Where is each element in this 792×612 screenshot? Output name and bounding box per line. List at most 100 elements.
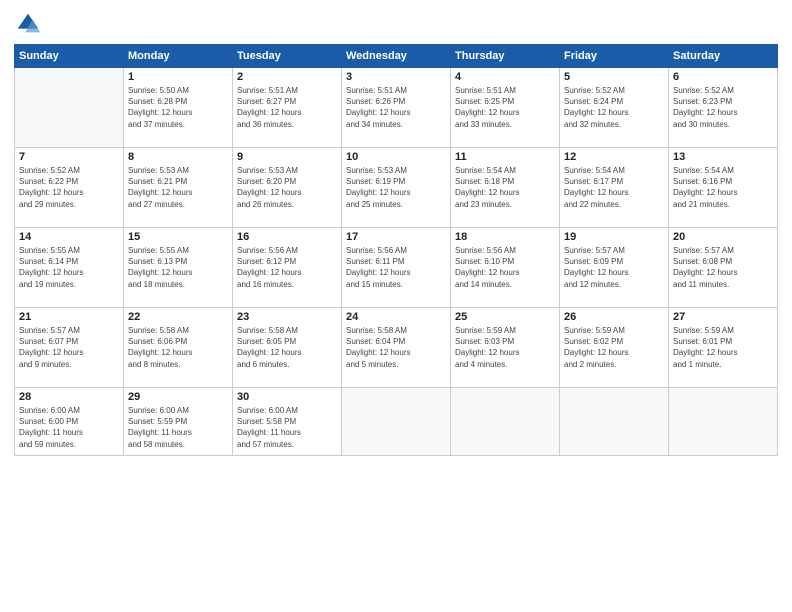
- header: [14, 10, 778, 38]
- weekday-header-row: Sunday Monday Tuesday Wednesday Thursday…: [15, 45, 778, 68]
- day-number: 16: [237, 231, 337, 243]
- day-number: 28: [19, 391, 119, 403]
- calendar-cell: 4 Sunrise: 5:51 AMSunset: 6:25 PMDaylight…: [451, 68, 560, 148]
- calendar-cell: 30 Sunrise: 6:00 AMSunset: 5:58 PMDayligh…: [233, 388, 342, 456]
- calendar-cell: 11 Sunrise: 5:54 AMSunset: 6:18 PMDayligh…: [451, 148, 560, 228]
- calendar-body: 1 Sunrise: 5:50 AMSunset: 6:28 PMDaylight…: [15, 68, 778, 456]
- day-info: Sunrise: 6:00 AMSunset: 5:58 PMDaylight:…: [237, 405, 337, 450]
- day-info: Sunrise: 5:50 AMSunset: 6:28 PMDaylight:…: [128, 85, 228, 130]
- calendar-cell: 16 Sunrise: 5:56 AMSunset: 6:12 PMDayligh…: [233, 228, 342, 308]
- day-info: Sunrise: 5:56 AMSunset: 6:12 PMDaylight:…: [237, 245, 337, 290]
- day-info: Sunrise: 5:52 AMSunset: 6:24 PMDaylight:…: [564, 85, 664, 130]
- day-number: 23: [237, 311, 337, 323]
- day-number: 24: [346, 311, 446, 323]
- calendar-cell: [15, 68, 124, 148]
- day-number: 27: [673, 311, 773, 323]
- day-number: 13: [673, 151, 773, 163]
- calendar-cell: 13 Sunrise: 5:54 AMSunset: 6:16 PMDayligh…: [669, 148, 778, 228]
- day-number: 18: [455, 231, 555, 243]
- day-number: 30: [237, 391, 337, 403]
- calendar-cell: 2 Sunrise: 5:51 AMSunset: 6:27 PMDaylight…: [233, 68, 342, 148]
- day-number: 11: [455, 151, 555, 163]
- week-row-4: 21 Sunrise: 5:57 AMSunset: 6:07 PMDayligh…: [15, 308, 778, 388]
- calendar-cell: [560, 388, 669, 456]
- calendar-cell: 23 Sunrise: 5:58 AMSunset: 6:05 PMDayligh…: [233, 308, 342, 388]
- day-number: 1: [128, 71, 228, 83]
- day-info: Sunrise: 5:59 AMSunset: 6:01 PMDaylight:…: [673, 325, 773, 370]
- day-number: 7: [19, 151, 119, 163]
- calendar-cell: 5Sunrise: 5:52 AMSunset: 6:24 PMDaylight…: [560, 68, 669, 148]
- calendar-cell: [669, 388, 778, 456]
- day-number: 22: [128, 311, 228, 323]
- day-info: Sunrise: 5:51 AMSunset: 6:27 PMDaylight:…: [237, 85, 337, 130]
- calendar-cell: 3 Sunrise: 5:51 AMSunset: 6:26 PMDaylight…: [342, 68, 451, 148]
- day-info: Sunrise: 5:51 AMSunset: 6:26 PMDaylight:…: [346, 85, 446, 130]
- week-row-5: 28Sunrise: 6:00 AMSunset: 6:00 PMDayligh…: [15, 388, 778, 456]
- week-row-2: 7Sunrise: 5:52 AMSunset: 6:22 PMDaylight…: [15, 148, 778, 228]
- day-number: 17: [346, 231, 446, 243]
- calendar-cell: 29 Sunrise: 6:00 AMSunset: 5:59 PMDayligh…: [124, 388, 233, 456]
- day-info: Sunrise: 5:58 AMSunset: 6:05 PMDaylight:…: [237, 325, 337, 370]
- calendar-cell: 25Sunrise: 5:59 AMSunset: 6:03 PMDayligh…: [451, 308, 560, 388]
- day-info: Sunrise: 5:58 AMSunset: 6:06 PMDaylight:…: [128, 325, 228, 370]
- calendar-cell: 15 Sunrise: 5:55 AMSunset: 6:13 PMDayligh…: [124, 228, 233, 308]
- week-row-1: 1 Sunrise: 5:50 AMSunset: 6:28 PMDaylight…: [15, 68, 778, 148]
- header-thursday: Thursday: [451, 45, 560, 68]
- day-info: Sunrise: 5:55 AMSunset: 6:13 PMDaylight:…: [128, 245, 228, 290]
- calendar-cell: 18 Sunrise: 5:56 AMSunset: 6:10 PMDayligh…: [451, 228, 560, 308]
- calendar-cell: 20 Sunrise: 5:57 AMSunset: 6:08 PMDayligh…: [669, 228, 778, 308]
- day-number: 29: [128, 391, 228, 403]
- header-saturday: Saturday: [669, 45, 778, 68]
- header-friday: Friday: [560, 45, 669, 68]
- day-info: Sunrise: 5:58 AMSunset: 6:04 PMDaylight:…: [346, 325, 446, 370]
- day-info: Sunrise: 5:53 AMSunset: 6:21 PMDaylight:…: [128, 165, 228, 210]
- day-number: 12: [564, 151, 664, 163]
- day-info: Sunrise: 5:59 AMSunset: 6:02 PMDaylight:…: [564, 325, 664, 370]
- day-number: 15: [128, 231, 228, 243]
- day-info: Sunrise: 5:53 AMSunset: 6:20 PMDaylight:…: [237, 165, 337, 210]
- day-info: Sunrise: 5:57 AMSunset: 6:07 PMDaylight:…: [19, 325, 119, 370]
- day-number: 2: [237, 71, 337, 83]
- logo: [14, 10, 46, 38]
- day-number: 3: [346, 71, 446, 83]
- day-info: Sunrise: 5:55 AMSunset: 6:14 PMDaylight:…: [19, 245, 119, 290]
- day-number: 14: [19, 231, 119, 243]
- day-number: 10: [346, 151, 446, 163]
- week-row-3: 14 Sunrise: 5:55 AMSunset: 6:14 PMDayligh…: [15, 228, 778, 308]
- header-monday: Monday: [124, 45, 233, 68]
- calendar-cell: 26 Sunrise: 5:59 AMSunset: 6:02 PMDayligh…: [560, 308, 669, 388]
- day-number: 20: [673, 231, 773, 243]
- day-info: Sunrise: 5:54 AMSunset: 6:18 PMDaylight:…: [455, 165, 555, 210]
- calendar-cell: 21 Sunrise: 5:57 AMSunset: 6:07 PMDayligh…: [15, 308, 124, 388]
- day-info: Sunrise: 5:56 AMSunset: 6:10 PMDaylight:…: [455, 245, 555, 290]
- header-wednesday: Wednesday: [342, 45, 451, 68]
- day-info: Sunrise: 5:54 AMSunset: 6:16 PMDaylight:…: [673, 165, 773, 210]
- calendar-cell: 28Sunrise: 6:00 AMSunset: 6:00 PMDayligh…: [15, 388, 124, 456]
- day-info: Sunrise: 5:52 AMSunset: 6:23 PMDaylight:…: [673, 85, 773, 130]
- day-info: Sunrise: 5:53 AMSunset: 6:19 PMDaylight:…: [346, 165, 446, 210]
- calendar-cell: 7Sunrise: 5:52 AMSunset: 6:22 PMDaylight…: [15, 148, 124, 228]
- calendar-cell: 22 Sunrise: 5:58 AMSunset: 6:06 PMDayligh…: [124, 308, 233, 388]
- day-number: 8: [128, 151, 228, 163]
- day-number: 4: [455, 71, 555, 83]
- calendar: Sunday Monday Tuesday Wednesday Thursday…: [14, 44, 778, 456]
- header-tuesday: Tuesday: [233, 45, 342, 68]
- day-number: 21: [19, 311, 119, 323]
- day-info: Sunrise: 6:00 AMSunset: 5:59 PMDaylight:…: [128, 405, 228, 450]
- calendar-cell: [342, 388, 451, 456]
- day-number: 9: [237, 151, 337, 163]
- calendar-cell: 12 Sunrise: 5:54 AMSunset: 6:17 PMDayligh…: [560, 148, 669, 228]
- day-number: 26: [564, 311, 664, 323]
- calendar-cell: 6Sunrise: 5:52 AMSunset: 6:23 PMDaylight…: [669, 68, 778, 148]
- calendar-cell: 19Sunrise: 5:57 AMSunset: 6:09 PMDayligh…: [560, 228, 669, 308]
- calendar-cell: 27 Sunrise: 5:59 AMSunset: 6:01 PMDayligh…: [669, 308, 778, 388]
- calendar-cell: 17Sunrise: 5:56 AMSunset: 6:11 PMDayligh…: [342, 228, 451, 308]
- day-info: Sunrise: 5:51 AMSunset: 6:25 PMDaylight:…: [455, 85, 555, 130]
- calendar-cell: 10 Sunrise: 5:53 AMSunset: 6:19 PMDayligh…: [342, 148, 451, 228]
- header-sunday: Sunday: [15, 45, 124, 68]
- logo-icon: [14, 10, 42, 38]
- day-info: Sunrise: 5:59 AMSunset: 6:03 PMDaylight:…: [455, 325, 555, 370]
- day-info: Sunrise: 5:54 AMSunset: 6:17 PMDaylight:…: [564, 165, 664, 210]
- calendar-cell: 1 Sunrise: 5:50 AMSunset: 6:28 PMDaylight…: [124, 68, 233, 148]
- day-info: Sunrise: 5:57 AMSunset: 6:08 PMDaylight:…: [673, 245, 773, 290]
